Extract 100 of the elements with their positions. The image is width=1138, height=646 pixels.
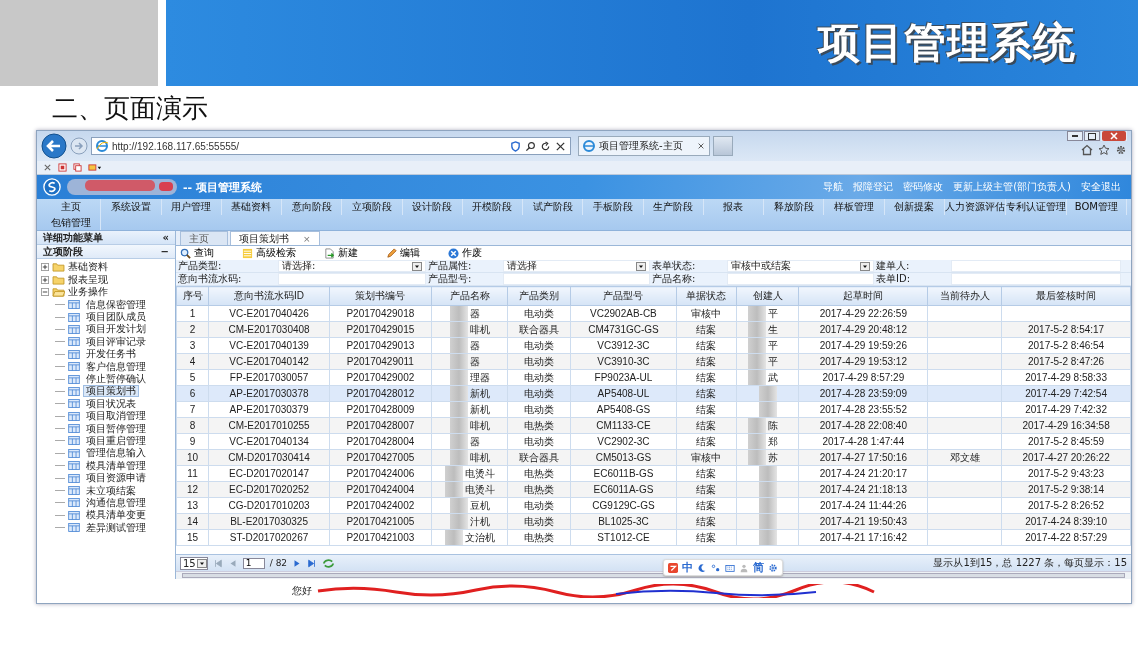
table-row[interactable]: 13 CG-D2017010203 P20170424002 豆机 电动类 CG9129C-GS 结案 2017-4-24 11:44:26 2017-5-2 8:26:52: [176, 497, 1131, 514]
nav-item[interactable]: 基础资料: [221, 199, 282, 215]
tree-item[interactable]: 项目取消管理: [83, 410, 149, 423]
address-bar[interactable]: http://192.168.117.65:55555/: [91, 137, 571, 155]
nav-item[interactable]: 立项阶段: [342, 199, 403, 215]
page-icon[interactable]: [58, 163, 67, 172]
page-size-dropdown[interactable]: 15: [180, 556, 208, 570]
nav-item[interactable]: 生产阶段: [643, 199, 704, 215]
input-field[interactable]: [503, 273, 650, 285]
tree-item[interactable]: 差异测试管理: [83, 521, 149, 534]
nav-item[interactable]: 系统设置: [101, 199, 162, 215]
nav-item[interactable]: 意向阶段: [282, 199, 343, 215]
section-header[interactable]: 立项阶段 −: [37, 245, 175, 259]
column-header[interactable]: 策划书编号: [329, 286, 432, 306]
tree-item[interactable]: 项目开发计划: [83, 323, 149, 336]
toolbar-button[interactable]: 查询: [178, 246, 216, 260]
tree-item[interactable]: 项目重启管理: [83, 435, 149, 447]
pages-icon[interactable]: [73, 163, 82, 172]
last-page-icon[interactable]: [307, 558, 318, 568]
tree-item[interactable]: 项目资源申请: [83, 472, 149, 485]
language-mode[interactable]: 中: [682, 561, 693, 574]
tree-item[interactable]: 业务操作: [68, 285, 108, 300]
nav-item[interactable]: BOM管理: [1066, 199, 1127, 215]
expander-icon[interactable]: [41, 275, 49, 284]
column-header[interactable]: 当前待办人: [927, 286, 1002, 306]
table-row[interactable]: 10 CM-D2017030414 P20170427005 啡机 联合器具 CM5013-GS 审核中 苏 2017-4-27 17:50:16 邓文雄 2017-4-27 20:26:22: [176, 449, 1131, 466]
close-icon[interactable]: [697, 142, 705, 150]
script-mode[interactable]: 简: [753, 561, 764, 574]
minimize-button[interactable]: [1067, 131, 1083, 141]
maximize-button[interactable]: [1084, 131, 1100, 141]
table-row[interactable]: 7 AP-E2017030379 P20170428009 新机 电动类 AP5408-GS 结案 2017-4-28 23:55:52 2017-4-29 7:42:32: [176, 401, 1131, 418]
nav-item[interactable]: 释放阶段: [764, 199, 825, 215]
table-row[interactable]: 4 VC-E2017040142 P20170429011 器 电动类 VC3910-3C 结案 平 2017-4-29 19:53:12 2017-5-2 8:47:26: [176, 353, 1131, 370]
star-icon[interactable]: [1098, 144, 1110, 156]
table-row[interactable]: 1 VC-E2017040426 P20170429018 器 电动类 VC2902AB-CB 审核中 平 2017-4-29 22:26:59: [176, 305, 1131, 322]
back-button[interactable]: [41, 133, 67, 159]
tree-item[interactable]: 项目暂停管理: [83, 422, 149, 435]
column-header[interactable]: 意向书流水码ID: [208, 286, 330, 306]
tree-item[interactable]: 管理信息输入: [83, 447, 149, 460]
nav-item[interactable]: 创新提案: [884, 199, 945, 215]
settings-icon[interactable]: [768, 562, 778, 573]
tree-item[interactable]: 项目评审记录: [83, 335, 149, 348]
tree-item[interactable]: 项目状况表: [83, 397, 139, 410]
nav-item[interactable]: 包销管理: [41, 214, 102, 230]
close-icon[interactable]: [555, 140, 566, 152]
collapse-button[interactable]: «: [162, 232, 169, 243]
tree-item[interactable]: 基础资料: [68, 260, 108, 275]
input-field[interactable]: [951, 260, 1121, 272]
keyboard-icon[interactable]: [725, 562, 735, 573]
tree-item[interactable]: 未立项结案: [83, 484, 139, 497]
table-row[interactable]: 6 AP-E2017030378 P20170428012 新机 电动类 AP5408-UL 结案 2017-4-28 23:59:09 2017-4-29 7:42:54: [176, 385, 1131, 402]
nav-item[interactable]: 用户管理: [161, 199, 222, 215]
search-icon[interactable]: [525, 140, 536, 152]
table-row[interactable]: 15 ST-D2017020267 P20170421003 文治机 电热类 ST1012-CE 结案 2017-4-21 17:16:42 2017-4-22 8:57:29: [176, 529, 1131, 546]
settings-icon[interactable]: [1115, 144, 1127, 156]
nav-item[interactable]: 报表: [703, 199, 764, 215]
table-row[interactable]: 9 VC-E2017040134 P20170428004 器 电动类 VC2902-3C 结案 郑 2017-4-28 1:47:44 2017-5-2 8:45:59: [176, 433, 1131, 450]
table-row[interactable]: 5 FP-E2017030057 P20170429002 理器 电动类 FP9023A-UL 结案 武 2017-4-29 8:57:29 2017-4-29 8:58:33: [176, 369, 1131, 386]
tree-item[interactable]: 信息保密管理: [83, 298, 149, 311]
nav-item[interactable]: 主页: [41, 199, 102, 215]
nav-item[interactable]: 人力资源评估: [944, 199, 1006, 215]
nav-item[interactable]: 试产阶段: [523, 199, 584, 215]
dropdown[interactable]: 请选择: [503, 260, 650, 272]
tree-item[interactable]: 模具清单管理: [83, 459, 149, 472]
page-number-field[interactable]: 1: [242, 557, 265, 569]
dropdown[interactable]: 审核中或结案: [727, 260, 874, 272]
input-field[interactable]: [727, 273, 874, 285]
tree-item[interactable]: 沟通信息管理: [83, 496, 149, 509]
column-header[interactable]: 创建人: [736, 286, 799, 306]
column-header[interactable]: 单据状态: [676, 286, 737, 306]
toolbar-button[interactable]: 作废: [446, 246, 484, 260]
tree-item[interactable]: 模具清单变更: [83, 509, 149, 522]
browser-tab[interactable]: 项目管理系统-主页: [578, 136, 710, 156]
nav-item[interactable]: 设计阶段: [402, 199, 463, 215]
table-row[interactable]: 8 CM-E2017010255 P20170428007 啡机 电热类 CM1133-CE 结案 陈 2017-4-28 22:08:40 2017-4-29 16:34:58: [176, 417, 1131, 434]
input-field[interactable]: [278, 273, 426, 285]
input-method-logo-icon[interactable]: [668, 562, 678, 573]
nav-item[interactable]: 专利认证管理: [1005, 199, 1067, 215]
tree-item[interactable]: 开发任务书: [83, 348, 139, 361]
tree-item[interactable]: 报表呈现: [68, 272, 108, 287]
table-row[interactable]: 2 CM-E2017030408 P20170429015 啡机 联合器具 CM4731GC-GS 结案 生 2017-4-29 20:48:12 2017-5-2 8:54:17: [176, 321, 1131, 338]
tree-item[interactable]: 项目团队成员: [83, 311, 149, 324]
home-icon[interactable]: [1081, 144, 1093, 156]
table-row[interactable]: 12 EC-D2017020252 P20170424004 电烫斗 电热类 EC6011A-GS 结案 2017-4-24 21:18:13 2017-5-2 9:38:14: [176, 481, 1131, 498]
table-row[interactable]: 3 VC-E2017040139 P20170429013 器 电动类 VC3912-3C 结案 平 2017-4-29 19:59:26 2017-5-2 8:46:54: [176, 337, 1131, 354]
close-button[interactable]: [1101, 131, 1127, 141]
expander-icon[interactable]: [41, 263, 49, 272]
nav-item[interactable]: 手板阶段: [583, 199, 644, 215]
expander-icon[interactable]: [41, 288, 49, 297]
column-header[interactable]: 产品名称: [431, 286, 508, 306]
toolbar-button[interactable]: 新建: [322, 246, 360, 260]
nav-item[interactable]: 开模阶段: [462, 199, 523, 215]
table-row[interactable]: 11 EC-D2017020147 P20170424006 电烫斗 电热类 EC6011B-GS 结案 2017-4-24 21:20:17 2017-5-2 9:43:23: [176, 465, 1131, 482]
tree-item[interactable]: 项目策划书: [83, 385, 139, 398]
table-row[interactable]: 14 BL-E2017030325 P20170421005 汁机 电动类 BL1025-3C 结案 2017-4-21 19:50:43 2017-4-24 8:39:10: [176, 513, 1131, 530]
refresh-icon[interactable]: [540, 140, 551, 152]
column-header[interactable]: 产品类别: [507, 286, 571, 306]
column-header[interactable]: 起草时间: [798, 286, 928, 306]
header-link[interactable]: 安全退出: [1081, 180, 1121, 194]
mail-dropdown-icon[interactable]: [88, 163, 102, 172]
